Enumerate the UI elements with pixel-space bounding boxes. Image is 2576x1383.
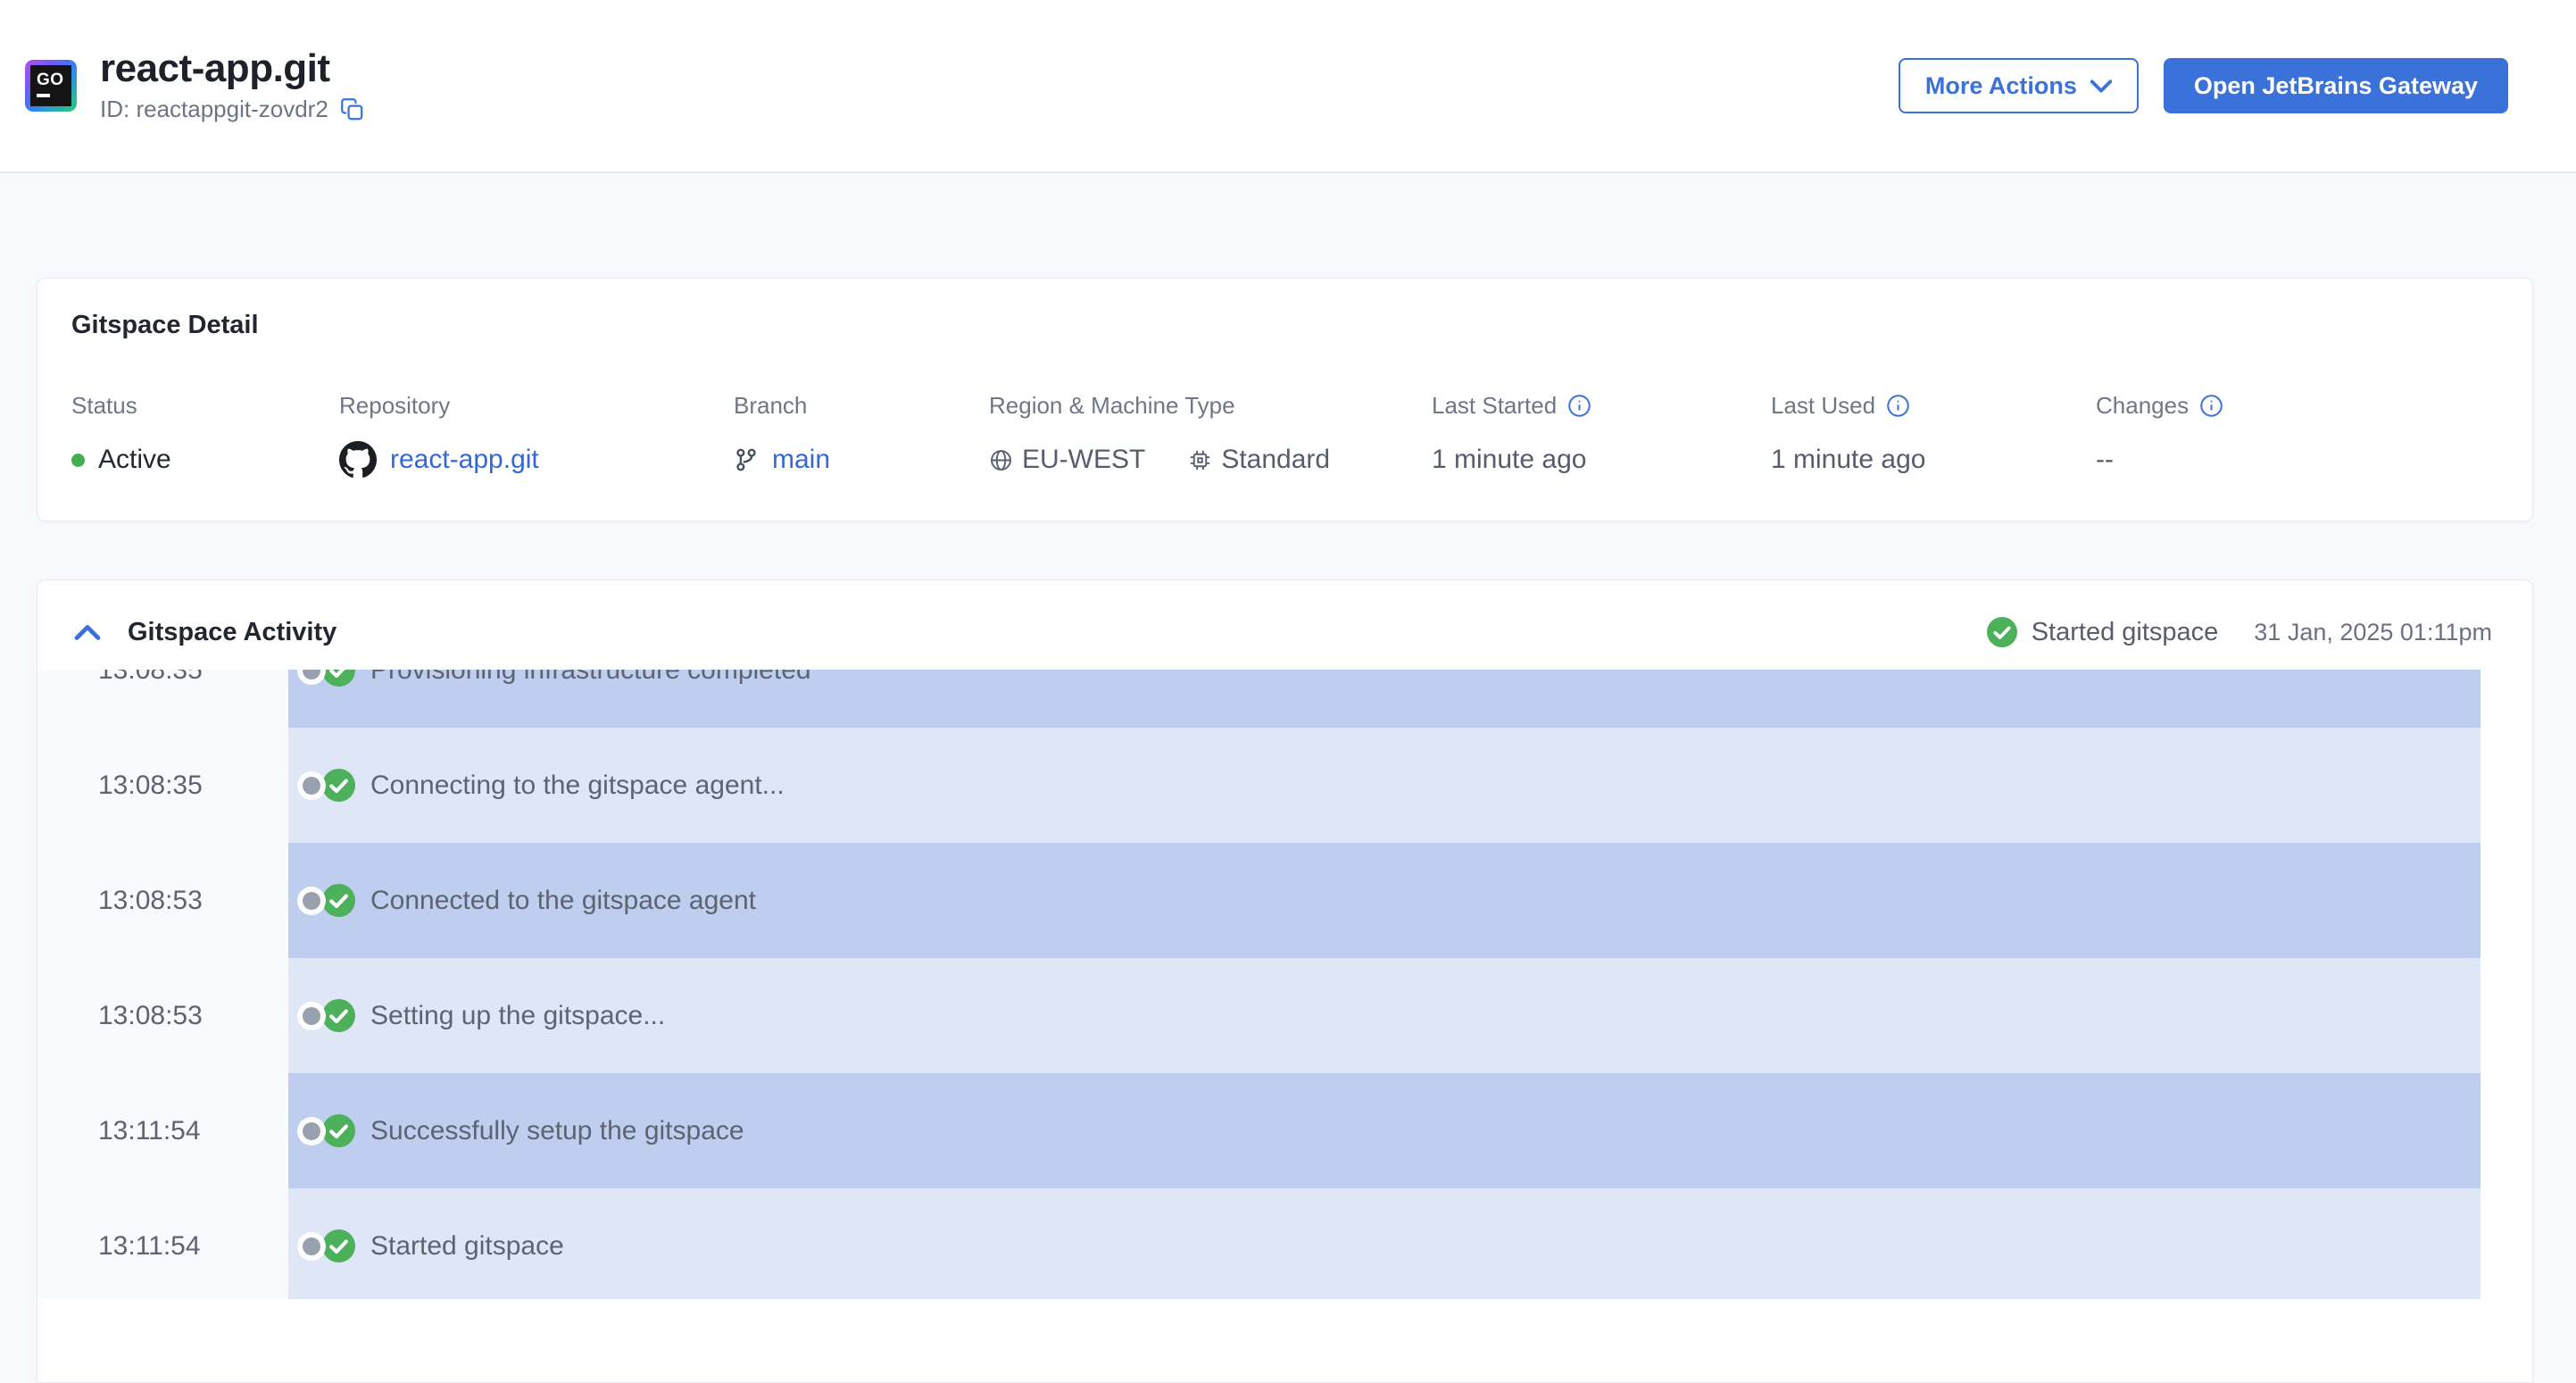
github-icon <box>339 441 377 479</box>
log-message: Provisioning infrastructure completed <box>370 670 811 685</box>
check-circle-icon <box>1986 617 2017 647</box>
goland-logo-inner: GO <box>30 65 71 106</box>
repository-link[interactable]: react-app.git <box>390 445 539 475</box>
machine-pair: Standard <box>1188 445 1330 475</box>
field-last-used: Last Used 1 minute ago <box>1771 392 2096 480</box>
timeline-dot-icon <box>303 776 320 795</box>
timeline-dot-icon <box>303 891 320 910</box>
check-circle-icon <box>322 769 355 802</box>
region-value: EU-WEST <box>1022 445 1146 474</box>
copy-icon[interactable] <box>340 97 364 121</box>
field-region-machine: Region & Machine Type EU-WEST Standard <box>989 392 1432 480</box>
more-actions-label: More Actions <box>1924 71 2077 99</box>
region-pair: EU-WEST <box>989 445 1145 475</box>
title-block: react-app.git ID: reactappgit-zovdr2 <box>100 46 364 123</box>
git-branch-icon <box>734 447 759 472</box>
status-value: Active <box>98 445 171 474</box>
log-timestamp: 13:08:35 <box>37 728 288 843</box>
timeline-dot-icon <box>303 1121 320 1140</box>
chevron-down-icon <box>2090 79 2112 93</box>
branch-link[interactable]: main <box>772 445 830 475</box>
status-dot-icon <box>71 453 85 467</box>
field-changes: Changes -- <box>2096 392 2498 480</box>
log-row: 13:08:35 Provisioning infrastructure com… <box>37 670 2480 728</box>
machine-type-value: Standard <box>1221 445 1331 474</box>
log-row: 13:11:54 Successfully setup the gitspace <box>37 1073 2480 1188</box>
latest-event: Started gitspace 31 Jan, 2025 01:11pm <box>1986 617 2492 647</box>
goland-logo-underscore <box>37 94 50 97</box>
log-timestamp: 13:08:53 <box>37 843 288 958</box>
log-row: 13:08:53 Setting up the gitspace... <box>37 958 2480 1073</box>
status-label: Status <box>71 392 137 419</box>
activity-log-list: 13:08:35 Provisioning infrastructure com… <box>37 670 2480 1299</box>
log-message: Connecting to the gitspace agent... <box>370 770 785 800</box>
gitspace-detail-card: Gitspace Detail Status Active Repository… <box>37 278 2533 521</box>
activity-log[interactable]: 13:08:35 Provisioning infrastructure com… <box>37 670 2480 1299</box>
check-circle-icon <box>322 1114 355 1147</box>
info-icon[interactable] <box>1886 394 1910 418</box>
more-actions-button[interactable]: More Actions <box>1898 58 2139 113</box>
detail-card-title: Gitspace Detail <box>71 311 259 339</box>
log-row: 13:11:54 Started gitspace <box>37 1188 2480 1299</box>
last-started-label: Last Started <box>1432 392 1558 419</box>
detail-fields: Status Active Repository react-app.git B… <box>71 392 2498 480</box>
region-machine-label: Region & Machine Type <box>989 392 1235 419</box>
latest-event-text: Started gitspace <box>2031 617 2219 646</box>
log-message: Setting up the gitspace... <box>370 1000 666 1030</box>
page-header: GO react-app.git ID: reactappgit-zovdr2 … <box>0 0 2576 173</box>
chip-icon <box>1188 448 1212 472</box>
log-row: 13:08:35 Connecting to the gitspace agen… <box>37 728 2480 843</box>
branch-label: Branch <box>734 392 808 419</box>
last-started-value: 1 minute ago <box>1432 445 1587 474</box>
check-circle-icon <box>322 1229 355 1262</box>
activity-card-title: Gitspace Activity <box>128 617 337 646</box>
changes-value: -- <box>2096 445 2114 474</box>
log-message: Started gitspace <box>370 1230 564 1261</box>
log-timestamp: 13:11:54 <box>37 1188 288 1299</box>
timeline-dot-icon <box>303 1237 320 1255</box>
check-circle-icon <box>322 999 355 1032</box>
field-last-started: Last Started 1 minute ago <box>1432 392 1771 480</box>
log-row: 13:08:53 Connected to the gitspace agent <box>37 843 2480 958</box>
check-circle-icon <box>322 670 355 687</box>
last-used-value: 1 minute ago <box>1771 445 1926 474</box>
field-repository: Repository react-app.git <box>339 392 734 480</box>
activity-header: Gitspace Activity Started gitspace 31 Ja… <box>37 580 2532 670</box>
goland-logo-text: GO <box>37 71 64 89</box>
last-used-label: Last Used <box>1771 392 1876 419</box>
log-message: Successfully setup the gitspace <box>370 1115 744 1146</box>
latest-event-timestamp: 31 Jan, 2025 01:11pm <box>2254 618 2492 646</box>
log-message: Connected to the gitspace agent <box>370 885 756 915</box>
changes-label: Changes <box>2096 392 2190 419</box>
info-icon[interactable] <box>1567 394 1591 418</box>
log-timestamp: 13:08:53 <box>37 958 288 1073</box>
chevron-up-icon <box>74 624 101 641</box>
header-actions: More Actions Open JetBrains Gateway <box>1898 58 2508 113</box>
gitspace-id: ID: reactappgit-zovdr2 <box>100 96 328 123</box>
page-title: react-app.git <box>100 46 330 90</box>
log-timestamp: 13:11:54 <box>37 1073 288 1188</box>
field-status: Status Active <box>71 392 339 480</box>
gitspace-id-row: ID: reactappgit-zovdr2 <box>100 96 364 123</box>
globe-icon <box>989 448 1013 472</box>
collapse-activity-button[interactable] <box>74 624 101 641</box>
field-branch: Branch main <box>734 392 989 480</box>
check-circle-icon <box>322 884 355 917</box>
info-icon[interactable] <box>2199 394 2223 418</box>
repository-label: Repository <box>339 392 451 419</box>
log-timestamp: 13:08:35 <box>37 670 288 728</box>
gitspace-activity-card: Gitspace Activity Started gitspace 31 Ja… <box>37 579 2533 1383</box>
open-jetbrains-gateway-button[interactable]: Open JetBrains Gateway <box>2163 58 2508 113</box>
timeline-dot-icon <box>303 1006 320 1025</box>
goland-logo-icon: GO <box>25 60 77 112</box>
